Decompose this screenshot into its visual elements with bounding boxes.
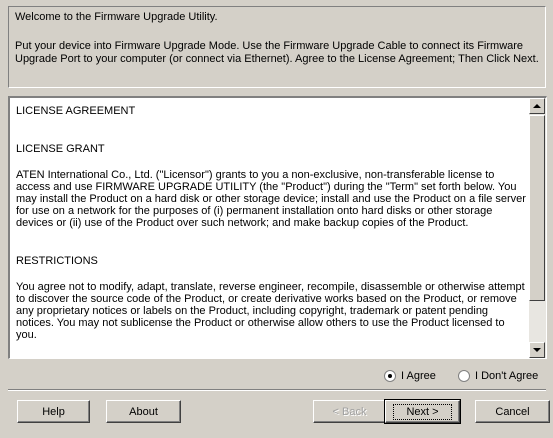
- instruction-panel: Welcome to the Firmware Upgrade Utility.…: [8, 6, 546, 88]
- arrow-up-icon: [533, 104, 541, 108]
- arrow-down-icon: [533, 348, 541, 352]
- next-button[interactable]: Next >: [384, 399, 461, 424]
- license-textbox[interactable]: LICENSE AGREEMENT LICENSE GRANT ATEN Int…: [8, 96, 547, 359]
- scroll-down-button[interactable]: [529, 342, 545, 358]
- license-scrollbar[interactable]: [529, 98, 546, 358]
- license-content: LICENSE AGREEMENT LICENSE GRANT ATEN Int…: [16, 105, 526, 341]
- restrictions-text: You agree not to modify, adapt, translat…: [16, 281, 525, 341]
- disagree-label[interactable]: I Don't Agree: [475, 370, 538, 382]
- license-title: LICENSE AGREEMENT: [16, 105, 136, 117]
- agreement-radio-group: I Agree I Don't Agree: [0, 370, 553, 386]
- back-button[interactable]: < Back: [313, 400, 386, 423]
- next-label: Next >: [393, 403, 452, 420]
- instruction-text: Put your device into Firmware Upgrade Mo…: [15, 40, 539, 65]
- agree-radio[interactable]: I Agree: [384, 370, 436, 382]
- radio-selected-icon[interactable]: [384, 370, 396, 382]
- about-button[interactable]: About: [106, 400, 181, 423]
- scroll-thumb[interactable]: [529, 115, 545, 301]
- help-button[interactable]: Help: [17, 400, 90, 423]
- radio-unselected-icon[interactable]: [458, 370, 470, 382]
- license-grant-text: ATEN International Co., Ltd. ("Licensor"…: [16, 169, 526, 229]
- divider: [8, 389, 546, 391]
- disagree-radio[interactable]: I Don't Agree: [458, 370, 538, 382]
- agree-label[interactable]: I Agree: [401, 370, 436, 382]
- scroll-up-button[interactable]: [529, 98, 545, 114]
- cancel-button[interactable]: Cancel: [475, 400, 550, 423]
- restrictions-heading: RESTRICTIONS: [16, 255, 98, 267]
- welcome-text: Welcome to the Firmware Upgrade Utility.: [15, 11, 218, 23]
- license-grant-heading: LICENSE GRANT: [16, 143, 105, 155]
